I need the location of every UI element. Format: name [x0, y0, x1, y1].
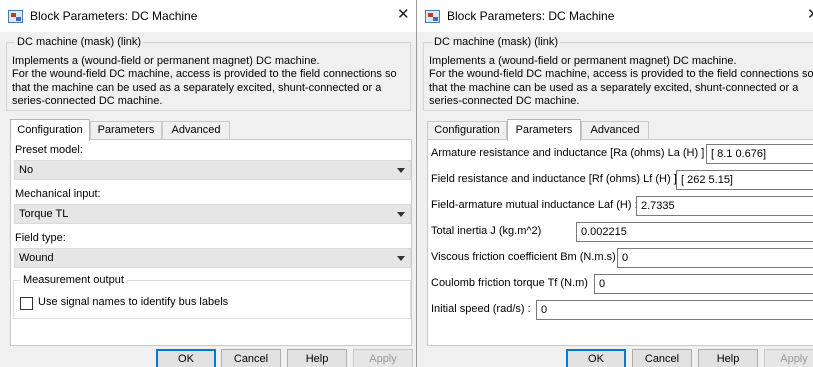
close-icon[interactable]: ✕ — [397, 7, 410, 22]
measurement-output-title: Measurement output — [20, 274, 127, 286]
tab-configuration[interactable]: Configuration — [10, 119, 90, 141]
mask-description-line: that the machine can be used as a separa… — [429, 81, 799, 94]
mask-description: Implements a (wound-field or permanent m… — [429, 55, 813, 109]
apply-button[interactable]: Apply — [353, 349, 413, 367]
block-parameters-dialog-configuration: Block Parameters: DC Machine ✕ DC machin… — [0, 0, 416, 367]
mask-description-line: series-connected DC machine. — [429, 95, 580, 108]
armature-resistance-label: Armature resistance and inductance [Ra (… — [431, 147, 705, 159]
mask-description-line: series-connected DC machine. — [12, 95, 163, 108]
mechanical-input-label: Mechanical input: — [15, 188, 101, 200]
mechanical-input-dropdown[interactable]: Torque TL — [14, 204, 411, 224]
mask-description-group: DC machine (mask) (link) Implements a (w… — [6, 36, 411, 111]
tab-advanced[interactable]: Advanced — [581, 121, 649, 140]
mask-description-line: that the machine can be used as a separa… — [12, 81, 382, 94]
viscous-friction-input[interactable]: 0 — [617, 248, 813, 268]
chevron-down-icon — [397, 256, 405, 261]
ok-button[interactable]: OK — [566, 349, 626, 367]
field-resistance-input[interactable]: [ 262 5.15] — [676, 170, 813, 190]
field-type-value: Wound — [19, 252, 54, 264]
total-inertia-input[interactable]: 0.002215 — [576, 222, 813, 242]
mask-description-line: For the wound-field DC machine, access i… — [429, 68, 813, 81]
field-type-label: Field type: — [15, 232, 66, 244]
coulomb-friction-label: Coulomb friction torque Tf (N.m) — [431, 277, 588, 289]
armature-resistance-input[interactable]: [ 8.1 0.676] — [706, 144, 813, 164]
mask-description-group: DC machine (mask) (link) Implements a (w… — [423, 36, 813, 111]
cancel-button[interactable]: Cancel — [632, 349, 692, 367]
tab-configuration[interactable]: Configuration — [427, 121, 507, 140]
cancel-button[interactable]: Cancel — [221, 349, 281, 367]
chevron-down-icon — [397, 212, 405, 217]
apply-button[interactable]: Apply — [764, 349, 813, 367]
chevron-down-icon — [397, 168, 405, 173]
simulink-app-icon — [8, 10, 23, 23]
configuration-panel: Preset model: No Mechanical input: Torqu… — [10, 139, 412, 346]
preset-model-value: No — [19, 164, 34, 176]
mutual-inductance-label: Field-armature mutual inductance Laf (H)… — [431, 199, 638, 211]
window-title: Block Parameters: DC Machine — [447, 9, 615, 23]
initial-speed-input[interactable]: 0 — [536, 300, 813, 320]
ok-button[interactable]: OK — [156, 349, 216, 367]
mask-description-line: For the wound-field DC machine, access i… — [12, 68, 397, 81]
mask-description: Implements a (wound-field or permanent m… — [12, 55, 397, 109]
preset-model-label: Preset model: — [15, 144, 83, 156]
coulomb-friction-input[interactable]: 0 — [594, 274, 813, 294]
field-type-dropdown[interactable]: Wound — [14, 248, 411, 268]
use-signal-names-label[interactable]: Use signal names to identify bus labels — [38, 296, 228, 308]
mask-description-line: Implements a (wound-field or permanent m… — [12, 55, 320, 67]
initial-speed-label: Initial speed (rad/s) : — [431, 303, 531, 315]
mechanical-input-value: Torque TL — [19, 208, 69, 220]
mutual-inductance-input[interactable]: 2.7335 — [636, 196, 813, 216]
tab-parameters[interactable]: Parameters — [507, 119, 581, 141]
help-button[interactable]: Help — [287, 349, 347, 367]
block-parameters-dialog-parameters: Block Parameters: DC Machine ✕ DC machin… — [417, 0, 813, 367]
tab-advanced[interactable]: Advanced — [162, 121, 230, 140]
help-button[interactable]: Help — [698, 349, 758, 367]
parameters-panel: Armature resistance and inductance [Ra (… — [427, 139, 813, 346]
simulink-app-icon — [425, 10, 440, 23]
close-icon[interactable]: ✕ — [807, 7, 813, 22]
measurement-output-group: Measurement output Use signal names to i… — [13, 274, 411, 319]
mask-title: DC machine (mask) (link) — [15, 36, 144, 48]
use-signal-names-checkbox[interactable] — [20, 297, 33, 310]
mask-title: DC machine (mask) (link) — [432, 36, 561, 48]
field-resistance-label: Field resistance and inductance [Rf (ohm… — [431, 173, 677, 185]
preset-model-dropdown[interactable]: No — [14, 160, 411, 180]
title-bar: Block Parameters: DC Machine ✕ — [0, 0, 416, 32]
total-inertia-label: Total inertia J (kg.m^2) — [431, 225, 542, 237]
tab-parameters[interactable]: Parameters — [90, 121, 162, 140]
mask-description-line: Implements a (wound-field or permanent m… — [429, 55, 737, 67]
viscous-friction-label: Viscous friction coefficient Bm (N.m.s) — [431, 251, 616, 263]
title-bar: Block Parameters: DC Machine ✕ — [417, 0, 813, 32]
window-title: Block Parameters: DC Machine — [30, 9, 198, 23]
